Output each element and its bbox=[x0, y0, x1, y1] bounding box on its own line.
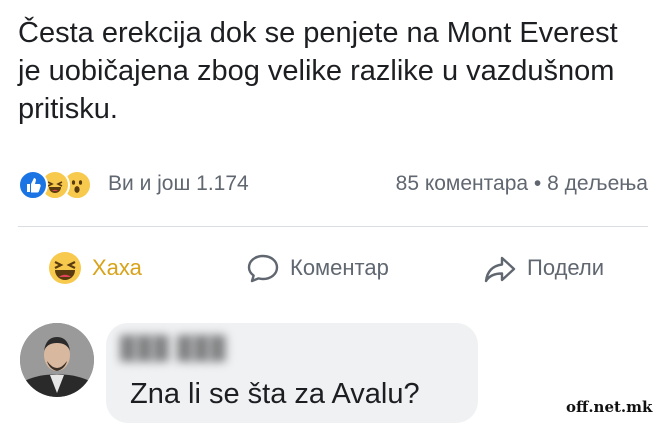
share-button[interactable]: Подели bbox=[483, 240, 604, 296]
like-icon bbox=[18, 170, 48, 200]
comment-icon bbox=[246, 251, 280, 285]
comment-button[interactable]: Коментар bbox=[246, 240, 389, 296]
commenter-avatar[interactable] bbox=[20, 323, 94, 397]
divider bbox=[18, 226, 648, 227]
comment-text: Zna li se šta za Avalu? bbox=[130, 378, 420, 410]
reactor-text[interactable]: Ви и још 1.174 bbox=[108, 172, 249, 196]
post-actions: Хаха Коментар Подели bbox=[18, 240, 648, 296]
haha-reaction-button[interactable]: Хаха bbox=[48, 240, 142, 296]
comment-bubble[interactable]: ███ ███ Zna li se šta za Avalu? bbox=[106, 323, 478, 423]
commenter-name[interactable]: ███ ███ bbox=[120, 335, 227, 361]
comment-label: Коментар bbox=[290, 255, 389, 280]
reactions-summary[interactable]: Ви и још 1.174 85 коментара • 8 дељења bbox=[18, 168, 648, 202]
haha-label: Хаха bbox=[92, 255, 142, 280]
post-text: Česta erekcija dok se penjete na Mont Ev… bbox=[18, 17, 618, 125]
comments-shares-count[interactable]: 85 коментара • 8 дељења bbox=[396, 172, 648, 196]
share-icon bbox=[483, 251, 517, 285]
watermark: off.net.mk bbox=[566, 398, 653, 416]
share-label: Подели bbox=[527, 255, 605, 280]
haha-icon bbox=[48, 251, 82, 285]
